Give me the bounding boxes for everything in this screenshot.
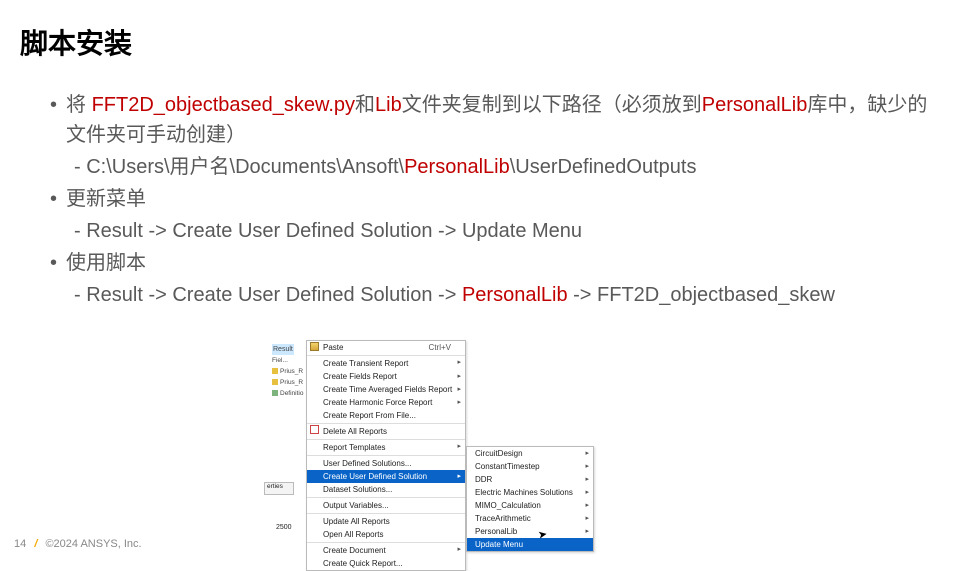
sub-update-menu: ‐ Result -> Create User Defined Solution…	[50, 216, 934, 246]
submenu-item-personallib[interactable]: PersonalLib▸	[467, 525, 593, 538]
submenu-item-tracearithmetic[interactable]: TraceArithmetic▸	[467, 512, 593, 525]
context-menu: PasteCtrl+V Create Transient Report▸ Cre…	[306, 340, 466, 571]
context-menu-screenshot: Result Fiel... Prius_R Prius_R Definitio…	[270, 340, 670, 542]
filename-py: FFT2D_objectbased_skew.py	[92, 94, 355, 116]
chevron-right-icon: ▸	[585, 487, 589, 498]
submenu-item-mimo[interactable]: MIMO_Calculation▸	[467, 499, 593, 512]
menu-item-delete-all[interactable]: Delete All Reports	[307, 423, 465, 438]
chevron-right-icon: ▸	[585, 500, 589, 511]
menu-item-create-transient-report[interactable]: Create Transient Report▸	[307, 355, 465, 370]
menu-item-output-variables[interactable]: Output Variables...	[307, 497, 465, 512]
slide-title: 脚本安装	[0, 0, 954, 62]
tree-result-selected[interactable]: Result	[272, 344, 294, 355]
shortcut: Ctrl+V	[429, 342, 451, 353]
bullet-update-menu: 更新菜单	[50, 184, 934, 214]
text: -> FFT2D_objectbased_skew	[568, 284, 835, 306]
menu-item-create-time-averaged[interactable]: Create Time Averaged Fields Report▸	[307, 383, 465, 396]
chevron-right-icon: ▸	[585, 474, 589, 485]
menu-item-report-templates[interactable]: Report Templates▸	[307, 439, 465, 454]
personallib: PersonalLib	[702, 94, 808, 116]
menu-item-create-harmonic[interactable]: Create Harmonic Force Report▸	[307, 396, 465, 409]
submenu-item-ddr[interactable]: DDR▸	[467, 473, 593, 486]
context-submenu: CircuitDesign▸ ConstantTimestep▸ DDR▸ El…	[466, 446, 594, 552]
text: ‐ C:\Users\用户名\Documents\Ansoft\	[74, 156, 404, 178]
menu-item-open-all-reports[interactable]: Open All Reports	[307, 528, 465, 541]
delete-icon	[310, 425, 319, 434]
chevron-right-icon: ▸	[585, 513, 589, 524]
folder-lib: Lib	[375, 94, 402, 116]
cursor-icon: ➤	[537, 527, 548, 541]
bullet-use-script: 使用脚本	[50, 248, 934, 278]
project-icon	[272, 379, 278, 385]
text: ‐ Result -> Create User Defined Solution…	[74, 284, 462, 306]
chevron-right-icon: ▸	[457, 471, 461, 482]
slide-content: 将 FFT2D_objectbased_skew.py和Lib文件夹复制到以下路…	[0, 62, 954, 310]
menu-item-update-all-reports[interactable]: Update All Reports	[307, 513, 465, 528]
submenu-item-constanttimestep[interactable]: ConstantTimestep▸	[467, 460, 593, 473]
sub-use-script: ‐ Result -> Create User Defined Solution…	[50, 280, 934, 310]
text: 和	[355, 94, 375, 116]
chevron-right-icon: ▸	[457, 544, 461, 555]
personallib: PersonalLib	[462, 284, 568, 306]
footer-divider: /	[29, 538, 42, 550]
tree-item[interactable]: Definitio	[270, 388, 306, 399]
text: 文件夹复制到以下路径（必须放到	[402, 94, 702, 116]
slide-footer: 14 / ©2024 ANSYS, Inc.	[14, 538, 142, 550]
text: \UserDefinedOutputs	[510, 156, 697, 178]
text: 将	[66, 94, 92, 116]
sub-path: ‐ C:\Users\用户名\Documents\Ansoft\Personal…	[50, 152, 934, 182]
chevron-right-icon: ▸	[457, 397, 461, 408]
page-number: 14	[14, 538, 26, 550]
menu-item-paste[interactable]: PasteCtrl+V	[307, 341, 465, 354]
status-number: 2500	[276, 524, 292, 531]
submenu-item-circuitdesign[interactable]: CircuitDesign▸	[467, 447, 593, 460]
properties-panel: erties	[264, 482, 294, 495]
tree-item[interactable]: Fiel...	[270, 355, 306, 366]
definitions-icon	[272, 390, 278, 396]
chevron-right-icon: ▸	[457, 441, 461, 452]
menu-item-create-from-file[interactable]: Create Report From File...	[307, 409, 465, 422]
submenu-item-ems[interactable]: Electric Machines Solutions▸	[467, 486, 593, 499]
bullet-install: 将 FFT2D_objectbased_skew.py和Lib文件夹复制到以下路…	[50, 90, 934, 150]
chevron-right-icon: ▸	[585, 448, 589, 459]
menu-item-create-document[interactable]: Create Document▸	[307, 542, 465, 557]
chevron-right-icon: ▸	[585, 461, 589, 472]
menu-item-create-fields-report[interactable]: Create Fields Report▸	[307, 370, 465, 383]
menu-item-user-defined-solutions[interactable]: User Defined Solutions...	[307, 455, 465, 470]
project-tree: Result Fiel... Prius_R Prius_R Definitio…	[270, 344, 306, 534]
personallib: PersonalLib	[404, 156, 510, 178]
project-icon	[272, 368, 278, 374]
menu-item-create-quick-report[interactable]: Create Quick Report...	[307, 557, 465, 570]
chevron-right-icon: ▸	[457, 371, 461, 382]
paste-icon	[310, 342, 319, 351]
tree-item[interactable]: Prius_R	[270, 366, 306, 377]
menu-item-create-user-defined-solution[interactable]: Create User Defined Solution▸	[307, 470, 465, 483]
submenu-item-update-menu[interactable]: Update Menu	[467, 538, 593, 551]
chevron-right-icon: ▸	[457, 384, 461, 395]
chevron-right-icon: ▸	[585, 526, 589, 537]
chevron-right-icon: ▸	[457, 357, 461, 368]
menu-item-dataset-solutions[interactable]: Dataset Solutions...	[307, 483, 465, 496]
tree-item[interactable]: Prius_R	[270, 377, 306, 388]
copyright: ©2024 ANSYS, Inc.	[45, 538, 141, 550]
